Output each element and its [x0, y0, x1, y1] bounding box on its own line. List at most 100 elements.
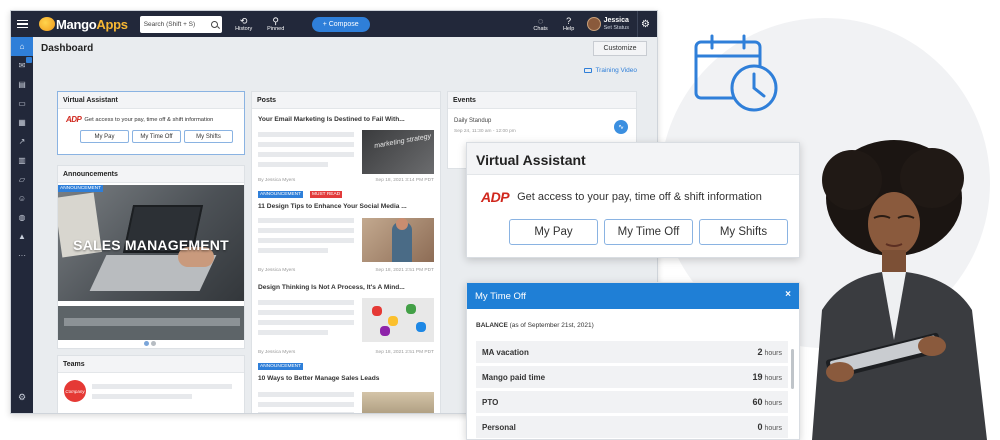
adp-logo: ADP [481, 189, 510, 205]
help-icon: ? [566, 16, 572, 26]
carousel-dot[interactable] [151, 341, 156, 346]
virtual-assistant-title: Virtual Assistant [467, 143, 799, 175]
posts-widget: Posts Your Email Marketing Is Destined t… [251, 91, 441, 413]
book-icon: ▥ [18, 156, 26, 165]
virtual-assistant-description: Get access to your pay, time off & shift… [517, 191, 762, 203]
balance-row-unit: hours [764, 375, 782, 382]
chat-icon: ◌ [537, 16, 544, 26]
marketing-composite: MangoApps Search (Shift + S) ⟲ History ⚲… [0, 0, 1000, 440]
post-thumbnail[interactable] [362, 298, 434, 342]
sidebar-item-calendar[interactable]: ▦ [11, 113, 33, 132]
post-date: Sep 18, 2021 2:51 PM PDT [375, 268, 434, 273]
virtual-assistant-description: Get access to your pay, time off & shift… [84, 116, 214, 123]
sidebar-item-inbox[interactable]: ✉ [11, 56, 33, 75]
post-author: By Jessica Myers [258, 268, 296, 273]
sidebar-item-people[interactable]: ☺ [11, 189, 33, 208]
post-thumbnail[interactable] [362, 218, 434, 262]
carousel-dot[interactable] [144, 341, 149, 346]
left-sidebar: ⌂ ✉ ▤ ▭ ▦ ↗ ▥ ▱ ☺ ◍ ▲ ··· ⚙ [11, 37, 33, 413]
sidebar-item-wiki[interactable]: ▥ [11, 151, 33, 170]
post-thumbnail[interactable]: marketing strategy [362, 130, 434, 174]
sidebar-item-projects[interactable]: ▤ [11, 75, 33, 94]
announcement-image[interactable]: SALES MANAGEMENT [58, 185, 244, 301]
post-title[interactable]: Your Email Marketing Is Destined to Fail… [258, 116, 405, 123]
person-icon: ☺ [17, 194, 27, 203]
search-icon[interactable] [210, 20, 218, 28]
woman-with-tablet-illustration [812, 140, 987, 440]
search-input[interactable]: Search (Shift + S) [139, 15, 222, 33]
announcement-tag: ANNOUNCEMENT [58, 185, 104, 192]
my-shifts-button[interactable]: My Shifts [699, 219, 788, 245]
balance-row: MA vacation 2 hours [476, 341, 788, 363]
top-bar: MangoApps Search (Shift + S) ⟲ History ⚲… [11, 11, 657, 37]
balance-row-label: Mango paid time [482, 372, 546, 382]
sidebar-settings-icon[interactable]: ⚙ [11, 392, 33, 403]
my-time-off-title: My Time Off [475, 291, 527, 302]
more-icon: ··· [18, 251, 26, 260]
balance-row: Personal 0 hours [476, 416, 788, 438]
briefcase-icon: ▭ [18, 99, 26, 108]
sidebar-item-analytics[interactable]: ↗ [11, 132, 33, 151]
history-label: History [235, 26, 253, 32]
post-title[interactable]: Design Thinking Is Not A Process, It's A… [258, 284, 405, 291]
sidebar-item-files[interactable]: ▱ [11, 170, 33, 189]
home-icon: ⌂ [19, 42, 25, 51]
customize-button[interactable]: Customize [593, 41, 647, 56]
event-title[interactable]: Daily Standup [454, 118, 491, 124]
events-title: Events [448, 92, 636, 109]
chats-label: Chats [533, 26, 548, 32]
balance-date: (as of September 21st, 2021) [509, 322, 594, 329]
compose-button[interactable]: + Compose [311, 16, 370, 32]
my-pay-button[interactable]: My Pay [80, 130, 129, 143]
announcements-widget: Announcements SALES MANAGEMENT ANNOUNCEM… [57, 165, 245, 349]
virtual-assistant-title: Virtual Assistant [58, 92, 244, 109]
balance-row-unit: hours [764, 425, 782, 432]
sidebar-item-home[interactable]: ⌂ [11, 37, 33, 56]
search-placeholder: Search (Shift + S) [143, 20, 196, 28]
training-video-link[interactable]: Training Video [584, 67, 637, 74]
balance-row-label: Personal [482, 422, 516, 432]
set-status-link[interactable]: Set Status [604, 25, 629, 32]
my-time-off-button[interactable]: My Time Off [132, 130, 181, 143]
post-title[interactable]: 11 Design Tips to Enhance Your Social Me… [258, 203, 407, 210]
sidebar-item-more[interactable]: ··· [11, 246, 33, 265]
sidebar-item-briefcase[interactable]: ▭ [11, 94, 33, 113]
logo[interactable]: MangoApps [39, 11, 128, 37]
announcements-title: Announcements [58, 166, 244, 183]
help-button[interactable]: ? Help [559, 16, 579, 32]
post-date: Sep 18, 2021 3:14 PM PDT [375, 178, 434, 183]
my-shifts-button[interactable]: My Shifts [184, 130, 233, 143]
post-thumbnail[interactable] [362, 392, 434, 413]
pinned-button[interactable]: ⚲ Pinned [264, 11, 288, 37]
my-time-off-panel: My Time Off × BALANCE (as of September 2… [466, 282, 800, 440]
help-label: Help [562, 26, 575, 32]
adp-logo: ADP [66, 115, 82, 124]
avatar [586, 17, 601, 31]
post-title[interactable]: 10 Ways to Better Manage Sales Leads [258, 375, 379, 382]
carousel-dots [144, 341, 156, 346]
menu-icon[interactable] [11, 11, 33, 37]
pinned-label: Pinned [267, 26, 285, 32]
team-logo[interactable]: Company [64, 380, 86, 402]
user-name: Jessica [603, 16, 629, 24]
post-tag-announcement: ANNOUNCEMENT [258, 191, 304, 198]
graduation-cap-icon: ▲ [18, 232, 26, 241]
history-button[interactable]: ⟲ History [232, 11, 256, 37]
announcement-image-text: SALES MANAGEMENT [73, 237, 229, 253]
virtual-assistant-card-zoomed: Virtual Assistant ADP Get access to your… [466, 142, 800, 258]
announcement-caption-placeholder [58, 306, 244, 340]
posts-title: Posts [252, 92, 440, 109]
event-join-icon[interactable]: ∿ [614, 120, 628, 134]
settings-gear-icon[interactable]: ⚙ [637, 11, 653, 37]
calendar-icon: ▦ [18, 118, 26, 127]
calendar-clock-icon [694, 34, 778, 112]
sidebar-item-global[interactable]: ◍ [11, 208, 33, 227]
user-menu[interactable]: Jessica Set Status [586, 16, 629, 32]
notification-badge [26, 57, 32, 63]
sidebar-item-learning[interactable]: ▲ [11, 227, 33, 246]
my-time-off-button[interactable]: My Time Off [604, 219, 693, 245]
my-pay-button[interactable]: My Pay [509, 219, 598, 245]
balance-row-value: 60 [752, 397, 763, 407]
chats-button[interactable]: ◌ Chats [531, 16, 551, 32]
balance-row-unit: hours [764, 400, 782, 407]
